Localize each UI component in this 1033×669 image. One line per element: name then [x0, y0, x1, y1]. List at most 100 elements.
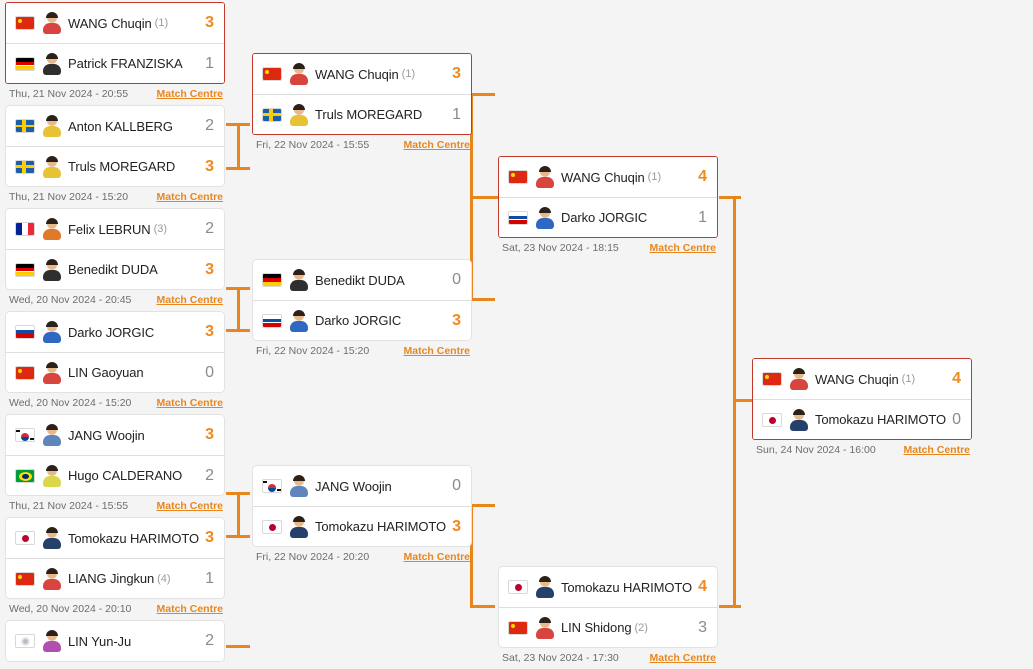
match-card-body[interactable]: Darko JORGIC 3 LIN Gaoyuan 0 — [5, 311, 225, 393]
player-row[interactable]: Benedikt DUDA 3 — [6, 249, 224, 289]
bracket-connector — [237, 123, 240, 170]
player-avatar — [43, 218, 61, 240]
match-card[interactable]: WANG Chuqin (1) 4 Tomokazu HARIMOTO 0 Sun, 24… — [752, 358, 972, 456]
match-card-body[interactable]: JANG Woojin 0 Tomokazu HARIMOTO 3 — [252, 465, 472, 547]
match-centre-link[interactable]: Match Centre — [156, 397, 223, 409]
match-centre-link[interactable]: Match Centre — [403, 139, 470, 151]
flag-icon — [262, 67, 282, 81]
player-row[interactable]: JANG Woojin 0 — [253, 466, 471, 506]
player-name: WANG Chuqin — [68, 15, 152, 31]
player-score: 4 — [698, 578, 707, 595]
player-row[interactable]: Benedikt DUDA 0 — [253, 260, 471, 300]
player-name: Hugo CALDERANO — [68, 468, 183, 483]
match-footer: Fri, 22 Nov 2024 - 15:20 Match Centre — [252, 341, 472, 357]
player-score: 0 — [952, 410, 961, 428]
bracket-connector — [719, 196, 741, 199]
player-name: Truls MOREGARD — [315, 107, 423, 122]
player-row[interactable]: Hugo CALDERANO 2 — [6, 455, 224, 495]
player-avatar — [290, 63, 308, 85]
match-card-body[interactable]: Benedikt DUDA 0 Darko JORGIC 3 — [252, 259, 472, 341]
player-name: WANG Chuqin — [315, 66, 399, 82]
match-centre-link[interactable]: Match Centre — [403, 345, 470, 357]
match-centre-link[interactable]: Match Centre — [156, 88, 223, 100]
bracket-connector — [237, 492, 240, 538]
player-name: Tomokazu HARIMOTO — [561, 579, 692, 595]
player-row[interactable]: JANG Woojin 3 — [6, 415, 224, 455]
player-avatar — [536, 166, 554, 188]
match-card-body[interactable]: WANG Chuqin (1) 3 Patrick FRANZISKA 1 — [5, 2, 225, 84]
player-score: 3 — [452, 517, 461, 535]
player-score: 4 — [698, 168, 707, 185]
player-row[interactable]: Darko JORGIC 1 — [499, 197, 717, 237]
match-card-body[interactable]: JANG Woojin 3 Hugo CALDERANO 2 — [5, 414, 225, 496]
match-card[interactable]: Felix LEBRUN (3) 2 Benedikt DUDA 3 Wed, 20 No… — [5, 208, 225, 306]
flag-icon — [262, 273, 282, 287]
player-row[interactable]: WANG Chuqin (1) 3 — [6, 3, 224, 43]
match-card-body[interactable]: Tomokazu HARIMOTO 4 LIN Shidong (2) 3 — [498, 566, 718, 648]
match-centre-link[interactable]: Match Centre — [649, 652, 716, 664]
player-row[interactable]: WANG Chuqin (1) 4 — [499, 157, 717, 197]
match-card[interactable]: JANG Woojin 3 Hugo CALDERANO 2 Thu, 21 Nov 2… — [5, 414, 225, 512]
flag-icon — [508, 170, 528, 184]
player-row[interactable]: Tomokazu HARIMOTO 4 — [499, 567, 717, 607]
player-row[interactable]: LIANG Jingkun (4) 1 — [6, 558, 224, 598]
player-score: 3 — [205, 529, 214, 546]
bracket-connector — [237, 287, 240, 332]
player-row[interactable]: Darko JORGIC 3 — [253, 300, 471, 340]
match-card[interactable]: Anton KALLBERG 2 Truls MOREGARD 3 Thu, 21 No… — [5, 105, 225, 203]
player-row[interactable]: Felix LEBRUN (3) 2 — [6, 209, 224, 249]
match-datetime: Fri, 22 Nov 2024 - 15:55 — [256, 139, 370, 151]
player-name: WANG Chuqin — [561, 169, 645, 185]
player-avatar — [43, 155, 61, 178]
bracket-connector — [226, 167, 250, 170]
flag-icon — [508, 620, 528, 635]
player-row[interactable]: WANG Chuqin (1) 3 — [253, 54, 471, 94]
match-card-body[interactable]: Tomokazu HARIMOTO 3 LIANG Jingkun (4) 1 — [5, 517, 225, 599]
player-avatar — [536, 576, 554, 598]
player-row[interactable]: Darko JORGIC 3 — [6, 312, 224, 352]
match-card[interactable]: WANG Chuqin (1) 3 Truls MOREGARD 1 Fri, 22 No… — [252, 53, 472, 151]
player-row[interactable]: LIN Yun-Ju 2 — [6, 621, 224, 661]
flag-icon — [15, 325, 35, 339]
tournament-bracket: WANG Chuqin (1) 3 Patrick FRANZISKA 1 Thu, 21… — [0, 0, 1033, 669]
match-card[interactable]: JANG Woojin 0 Tomokazu HARIMOTO 3 Fri, 22 No… — [252, 465, 472, 563]
match-footer: Sat, 23 Nov 2024 - 18:15 Match Centre — [498, 238, 718, 254]
match-card-body[interactable]: Anton KALLBERG 2 Truls MOREGARD 3 — [5, 105, 225, 187]
match-card-body[interactable]: LIN Yun-Ju 2 — [5, 620, 225, 662]
player-row[interactable]: Anton KALLBERG 2 — [6, 106, 224, 146]
match-centre-link[interactable]: Match Centre — [156, 500, 223, 512]
player-avatar — [536, 616, 554, 639]
flag-icon — [15, 56, 35, 71]
player-row[interactable]: Tomokazu HARIMOTO 3 — [6, 518, 224, 558]
match-card-body[interactable]: WANG Chuqin (1) 4 Tomokazu HARIMOTO 0 — [752, 358, 972, 440]
match-centre-link[interactable]: Match Centre — [156, 191, 223, 203]
match-centre-link[interactable]: Match Centre — [403, 551, 470, 563]
player-row[interactable]: Tomokazu HARIMOTO 0 — [753, 399, 971, 439]
match-centre-link[interactable]: Match Centre — [903, 444, 970, 456]
player-row[interactable]: Patrick FRANZISKA 1 — [6, 43, 224, 83]
player-row[interactable]: Tomokazu HARIMOTO 3 — [253, 506, 471, 546]
match-card[interactable]: WANG Chuqin (1) 4 Darko JORGIC 1 Sat, 23 Nov … — [498, 156, 718, 254]
match-card[interactable]: Tomokazu HARIMOTO 4 LIN Shidong (2) 3 Sat, 23… — [498, 566, 718, 664]
player-seed: (1) — [901, 373, 916, 385]
bracket-connector — [226, 645, 250, 648]
player-row[interactable]: WANG Chuqin (1) 4 — [753, 359, 971, 399]
player-avatar — [290, 269, 308, 291]
match-card[interactable]: Benedikt DUDA 0 Darko JORGIC 3 Fri, 22 Nov 2… — [252, 259, 472, 357]
player-row[interactable]: LIN Gaoyuan 0 — [6, 352, 224, 392]
match-centre-link[interactable]: Match Centre — [156, 603, 223, 615]
match-card[interactable]: WANG Chuqin (1) 3 Patrick FRANZISKA 1 Thu, 21… — [5, 2, 225, 100]
match-card-body[interactable]: Felix LEBRUN (3) 2 Benedikt DUDA 3 — [5, 208, 225, 290]
match-card[interactable]: Darko JORGIC 3 LIN Gaoyuan 0 Wed, 20 Nov 202… — [5, 311, 225, 409]
flag-icon — [15, 531, 35, 545]
player-row[interactable]: Truls MOREGARD 3 — [6, 146, 224, 186]
match-centre-link[interactable]: Match Centre — [156, 294, 223, 306]
match-card-body[interactable]: WANG Chuqin (1) 4 Darko JORGIC 1 — [498, 156, 718, 238]
player-name: Tomokazu HARIMOTO — [815, 412, 946, 427]
player-row[interactable]: Truls MOREGARD 1 — [253, 94, 471, 134]
match-card[interactable]: LIN Yun-Ju 2 — [5, 620, 225, 662]
match-card[interactable]: Tomokazu HARIMOTO 3 LIANG Jingkun (4) 1 Wed, … — [5, 517, 225, 615]
match-card-body[interactable]: WANG Chuqin (1) 3 Truls MOREGARD 1 — [252, 53, 472, 135]
player-row[interactable]: LIN Shidong (2) 3 — [499, 607, 717, 647]
match-centre-link[interactable]: Match Centre — [649, 242, 716, 254]
